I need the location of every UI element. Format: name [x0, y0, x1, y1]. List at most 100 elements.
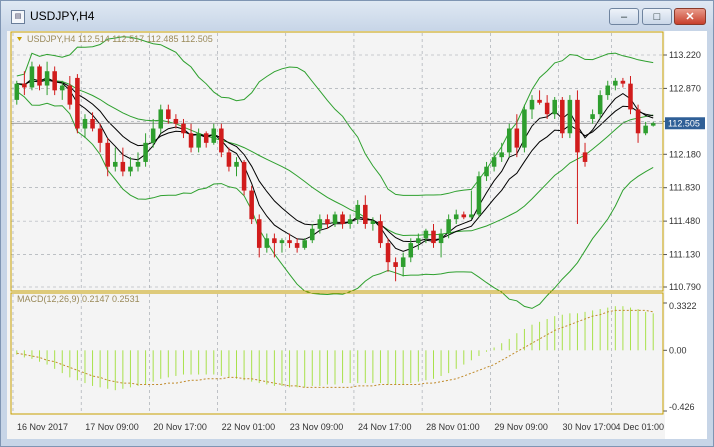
- candle-body: [44, 71, 50, 86]
- candle-body: [332, 214, 338, 224]
- candle-body: [363, 204, 368, 224]
- candle-body: [514, 128, 520, 148]
- macd-y-tick-label: -0.426: [669, 402, 695, 412]
- x-tick-label: 22 Nov 01:00: [222, 422, 276, 432]
- y-tick-label: 113.220: [669, 50, 701, 60]
- candle-body: [446, 219, 451, 234]
- candle-body: [188, 133, 194, 148]
- candle-body: [628, 83, 633, 110]
- candle-body: [241, 161, 247, 191]
- candle-body: [181, 123, 186, 134]
- y-tick-label: 111.480: [669, 216, 700, 226]
- candle-body: [635, 109, 641, 134]
- candle-body: [484, 166, 489, 177]
- candle-body: [590, 114, 595, 119]
- candle-body: [302, 240, 307, 248]
- candle-body: [166, 109, 171, 119]
- candle-body: [378, 221, 383, 244]
- candle-body: [575, 99, 580, 153]
- candle-body: [37, 66, 42, 86]
- candle-body: [491, 157, 497, 167]
- candle-body: [196, 133, 201, 148]
- candle-body: [431, 230, 436, 244]
- macd-y-tick-label: 0.3322: [669, 301, 697, 311]
- candle-body: [272, 238, 277, 244]
- candle-body: [29, 66, 35, 88]
- candle-body: [309, 228, 315, 241]
- candle-body: [385, 243, 391, 263]
- x-tick-label: 29 Nov 09:00: [494, 422, 548, 432]
- candle-body: [211, 128, 217, 143]
- candle-body: [113, 161, 118, 167]
- x-tick-label: 28 Nov 01:00: [426, 422, 480, 432]
- candle-body: [234, 161, 239, 167]
- minimize-icon: –: [620, 11, 628, 23]
- candle-body: [317, 219, 323, 229]
- candle-body: [347, 219, 353, 224]
- chart-area[interactable]: 113.220112.870112.525112.180111.830111.4…: [7, 31, 707, 439]
- x-tick-label: 23 Nov 09:00: [290, 422, 344, 432]
- plot-background: [7, 31, 665, 439]
- candle-body: [325, 219, 330, 224]
- candle-body: [597, 95, 603, 115]
- maximize-icon: □: [653, 11, 661, 23]
- candle-body: [219, 128, 224, 153]
- candle-body: [264, 238, 270, 248]
- candle-body: [52, 71, 57, 91]
- candle-body: [75, 77, 80, 129]
- candle-body: [438, 233, 444, 244]
- candle-body: [226, 152, 232, 167]
- candle-body: [59, 85, 65, 91]
- candle-body: [14, 83, 20, 100]
- candle-body: [650, 123, 656, 126]
- macd-y-tick-label: 0.00: [669, 345, 687, 355]
- candle-body: [476, 176, 482, 215]
- candle-body: [461, 214, 467, 218]
- candle-body: [423, 230, 429, 239]
- macd-legend: MACD(12,26,9) 0.2147 0.2531: [17, 294, 140, 304]
- candle-body: [135, 161, 141, 167]
- candle-body: [143, 142, 148, 162]
- candle-body: [544, 102, 550, 115]
- close-button[interactable]: ✕: [674, 8, 706, 25]
- candle-body: [340, 214, 345, 224]
- maximize-button[interactable]: □: [642, 8, 672, 25]
- x-tick-label: 17 Nov 09:00: [85, 422, 139, 432]
- candle-body: [173, 118, 179, 124]
- y-tick-label: 111.830: [669, 183, 700, 193]
- y-tick-label: 110.790: [669, 282, 701, 292]
- current-price-label: 112.505: [668, 118, 700, 128]
- chart-window: ▤ USDJPY,H4 – □ ✕ 113.220112.870112.5251…: [0, 0, 714, 447]
- candle-body: [128, 166, 133, 172]
- candle-body: [605, 85, 611, 96]
- chart-window-icon: ▤: [11, 10, 25, 24]
- candle-body: [620, 80, 626, 84]
- main-legend: USDJPY,H4 112.514 112.517 112.485 112.50…: [27, 34, 213, 44]
- candle-body: [22, 83, 27, 88]
- minimize-button[interactable]: –: [609, 8, 639, 25]
- candle-body: [567, 99, 573, 134]
- candle-body: [294, 243, 300, 248]
- candle-body: [150, 128, 156, 143]
- candle-body: [393, 262, 398, 267]
- candle-body: [287, 240, 292, 244]
- candle-body: [469, 214, 474, 218]
- x-tick-label: 24 Nov 17:00: [358, 422, 412, 432]
- close-icon: ✕: [685, 11, 695, 23]
- y-tick-label: 112.870: [669, 83, 701, 93]
- title-bar[interactable]: ▤ USDJPY,H4 – □ ✕: [1, 1, 713, 31]
- candle-body: [613, 80, 618, 86]
- candle-body: [97, 128, 103, 143]
- candle-body: [105, 142, 110, 167]
- chart-canvas[interactable]: 113.220112.870112.525112.180111.830111.4…: [7, 31, 707, 439]
- y-tick-label: 111.130: [669, 250, 700, 260]
- x-tick-label: 16 Nov 2017: [17, 422, 68, 432]
- current-price-tag: 112.505: [665, 117, 705, 130]
- candle-body: [416, 238, 421, 244]
- candle-body: [453, 214, 459, 220]
- candle-body: [499, 152, 504, 158]
- candle-body: [643, 125, 648, 134]
- window-title: USDJPY,H4: [30, 9, 95, 23]
- candle-body: [203, 133, 209, 143]
- candle-body: [67, 85, 73, 105]
